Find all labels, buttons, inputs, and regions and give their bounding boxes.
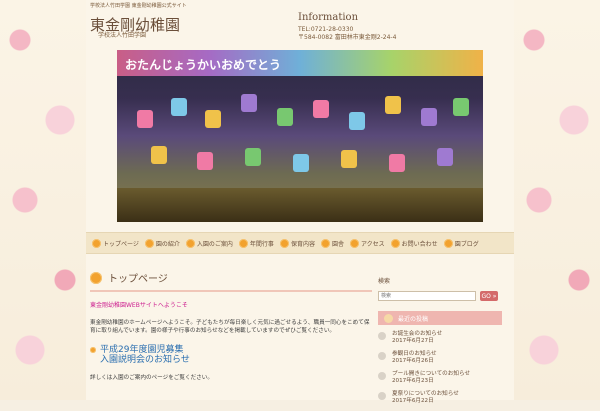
hero-drawing [205, 110, 221, 128]
section-divider [90, 290, 372, 292]
recruitment-heading-line2: 入園説明会のお知らせ [100, 355, 190, 365]
global-navigation: トップページ 園の紹介 入園のご案内 年間行事 保育内容 園舎 アクセス お問い… [86, 232, 514, 254]
header-tagline: 学校法人竹田学園 東金剛幼稚園公式サイト [90, 3, 187, 9]
information-title: Information [298, 12, 359, 23]
nav-item-access[interactable]: アクセス [349, 238, 385, 248]
flower-bullet-icon [279, 238, 289, 248]
hero-drawing [151, 146, 167, 164]
sidebar: 検索 GO » 最近の投稿 お誕生会のお知らせ 2017年6月27日 参観日のお… [378, 276, 512, 411]
flower-bullet-icon [185, 238, 195, 248]
site-logo-subtitle: 学校法人竹田学園 [98, 32, 147, 39]
page-container: 学校法人竹田学園 東金剛幼稚園公式サイト 東金剛幼稚園 学校法人竹田学園 Inf… [86, 0, 514, 404]
hero-drawing [453, 98, 469, 116]
hero-drawing [385, 96, 401, 114]
post-bullet-icon [378, 372, 386, 380]
hero-drawing [171, 98, 187, 116]
search-go-button[interactable]: GO » [480, 291, 498, 301]
nav-item-education[interactable]: 保育内容 [279, 238, 315, 248]
recent-posts-title: 最近の投稿 [378, 311, 502, 325]
hero-drawing [137, 110, 153, 128]
recruitment-heading-line1: 平成29年度園児募集 [100, 345, 184, 355]
flower-bullet-icon [390, 238, 400, 248]
flower-background-right [514, 0, 600, 400]
flower-background-left [0, 0, 86, 400]
hero-drawing [277, 108, 293, 126]
search-input[interactable] [378, 291, 476, 301]
nav-item-blog[interactable]: 園ブログ [443, 238, 479, 248]
hero-drawing [437, 148, 453, 166]
hero-image: おたんじょうかいおめでとう [117, 50, 483, 222]
flower-bullet-icon [320, 238, 330, 248]
flower-bullet-icon [349, 238, 359, 248]
flower-bullet-icon [92, 238, 101, 248]
hero-drawing [241, 94, 257, 112]
flower-bullet-icon [443, 238, 453, 248]
flower-bullet-icon [384, 313, 393, 323]
hero-drawing [313, 100, 329, 118]
recent-post[interactable]: お誕生会のお知らせ 2017年6月27日 [378, 331, 512, 345]
main-content: トップページ 東金剛幼稚園WEBサイトへようこそ 東金剛幼稚園のホームページへよ… [90, 270, 372, 400]
hero-drawing [197, 152, 213, 170]
hero-drawing [341, 150, 357, 168]
section-title: トップページ [90, 270, 372, 285]
flower-bullet-icon [90, 347, 96, 353]
hero-drawing [349, 112, 365, 130]
flower-bullet-icon [238, 238, 248, 248]
information-address: 〒584-0082 富田林市東金剛2-24-4 [298, 34, 397, 41]
post-bullet-icon [378, 352, 386, 360]
flower-bullet-icon [90, 271, 102, 284]
nav-item-about[interactable]: 園の紹介 [144, 238, 180, 248]
recent-post[interactable]: 夏祭りについてのお知らせ 2017年6月22日 [378, 391, 512, 405]
hero-banner-text: おたんじょうかいおめでとう [125, 58, 282, 72]
nav-item-admission[interactable]: 入園のご案内 [185, 238, 233, 248]
intro-paragraph: 東金剛幼稚園のホームページへようこそ。子どもたちが毎日楽しく元気に過ごせるよう、… [90, 320, 370, 334]
recruitment-heading[interactable]: 平成29年度園児募集 入園説明会のお知らせ [90, 345, 372, 365]
hero-drawing [389, 154, 405, 172]
post-bullet-icon [378, 392, 386, 400]
recent-posts-list: お誕生会のお知らせ 2017年6月27日 参観日のお知らせ 2017年6月26日… [378, 331, 512, 405]
recent-post[interactable]: 参観日のお知らせ 2017年6月26日 [378, 351, 512, 365]
nav-item-building[interactable]: 園舎 [320, 238, 344, 248]
hero-banner: おたんじょうかいおめでとう [117, 50, 483, 76]
hero-drawing [245, 148, 261, 166]
welcome-notice: 東金剛幼稚園WEBサイトへようこそ [90, 302, 188, 309]
flower-bullet-icon [144, 238, 154, 248]
hero-drawing [421, 108, 437, 126]
hero-drawing [293, 154, 309, 172]
sidebar-search-title: 検索 [378, 278, 391, 285]
search-form: GO » [378, 291, 512, 301]
nav-item-top[interactable]: トップページ [92, 238, 139, 248]
nav-item-contact[interactable]: お問い合わせ [390, 238, 438, 248]
post-bullet-icon [378, 332, 386, 340]
recent-post[interactable]: プール開きについてのお知らせ 2017年6月23日 [378, 371, 512, 385]
nav-item-events[interactable]: 年間行事 [238, 238, 274, 248]
hero-stage [117, 188, 483, 222]
small-note: 詳しくは入園のご案内のページをご覧ください。 [90, 375, 213, 381]
